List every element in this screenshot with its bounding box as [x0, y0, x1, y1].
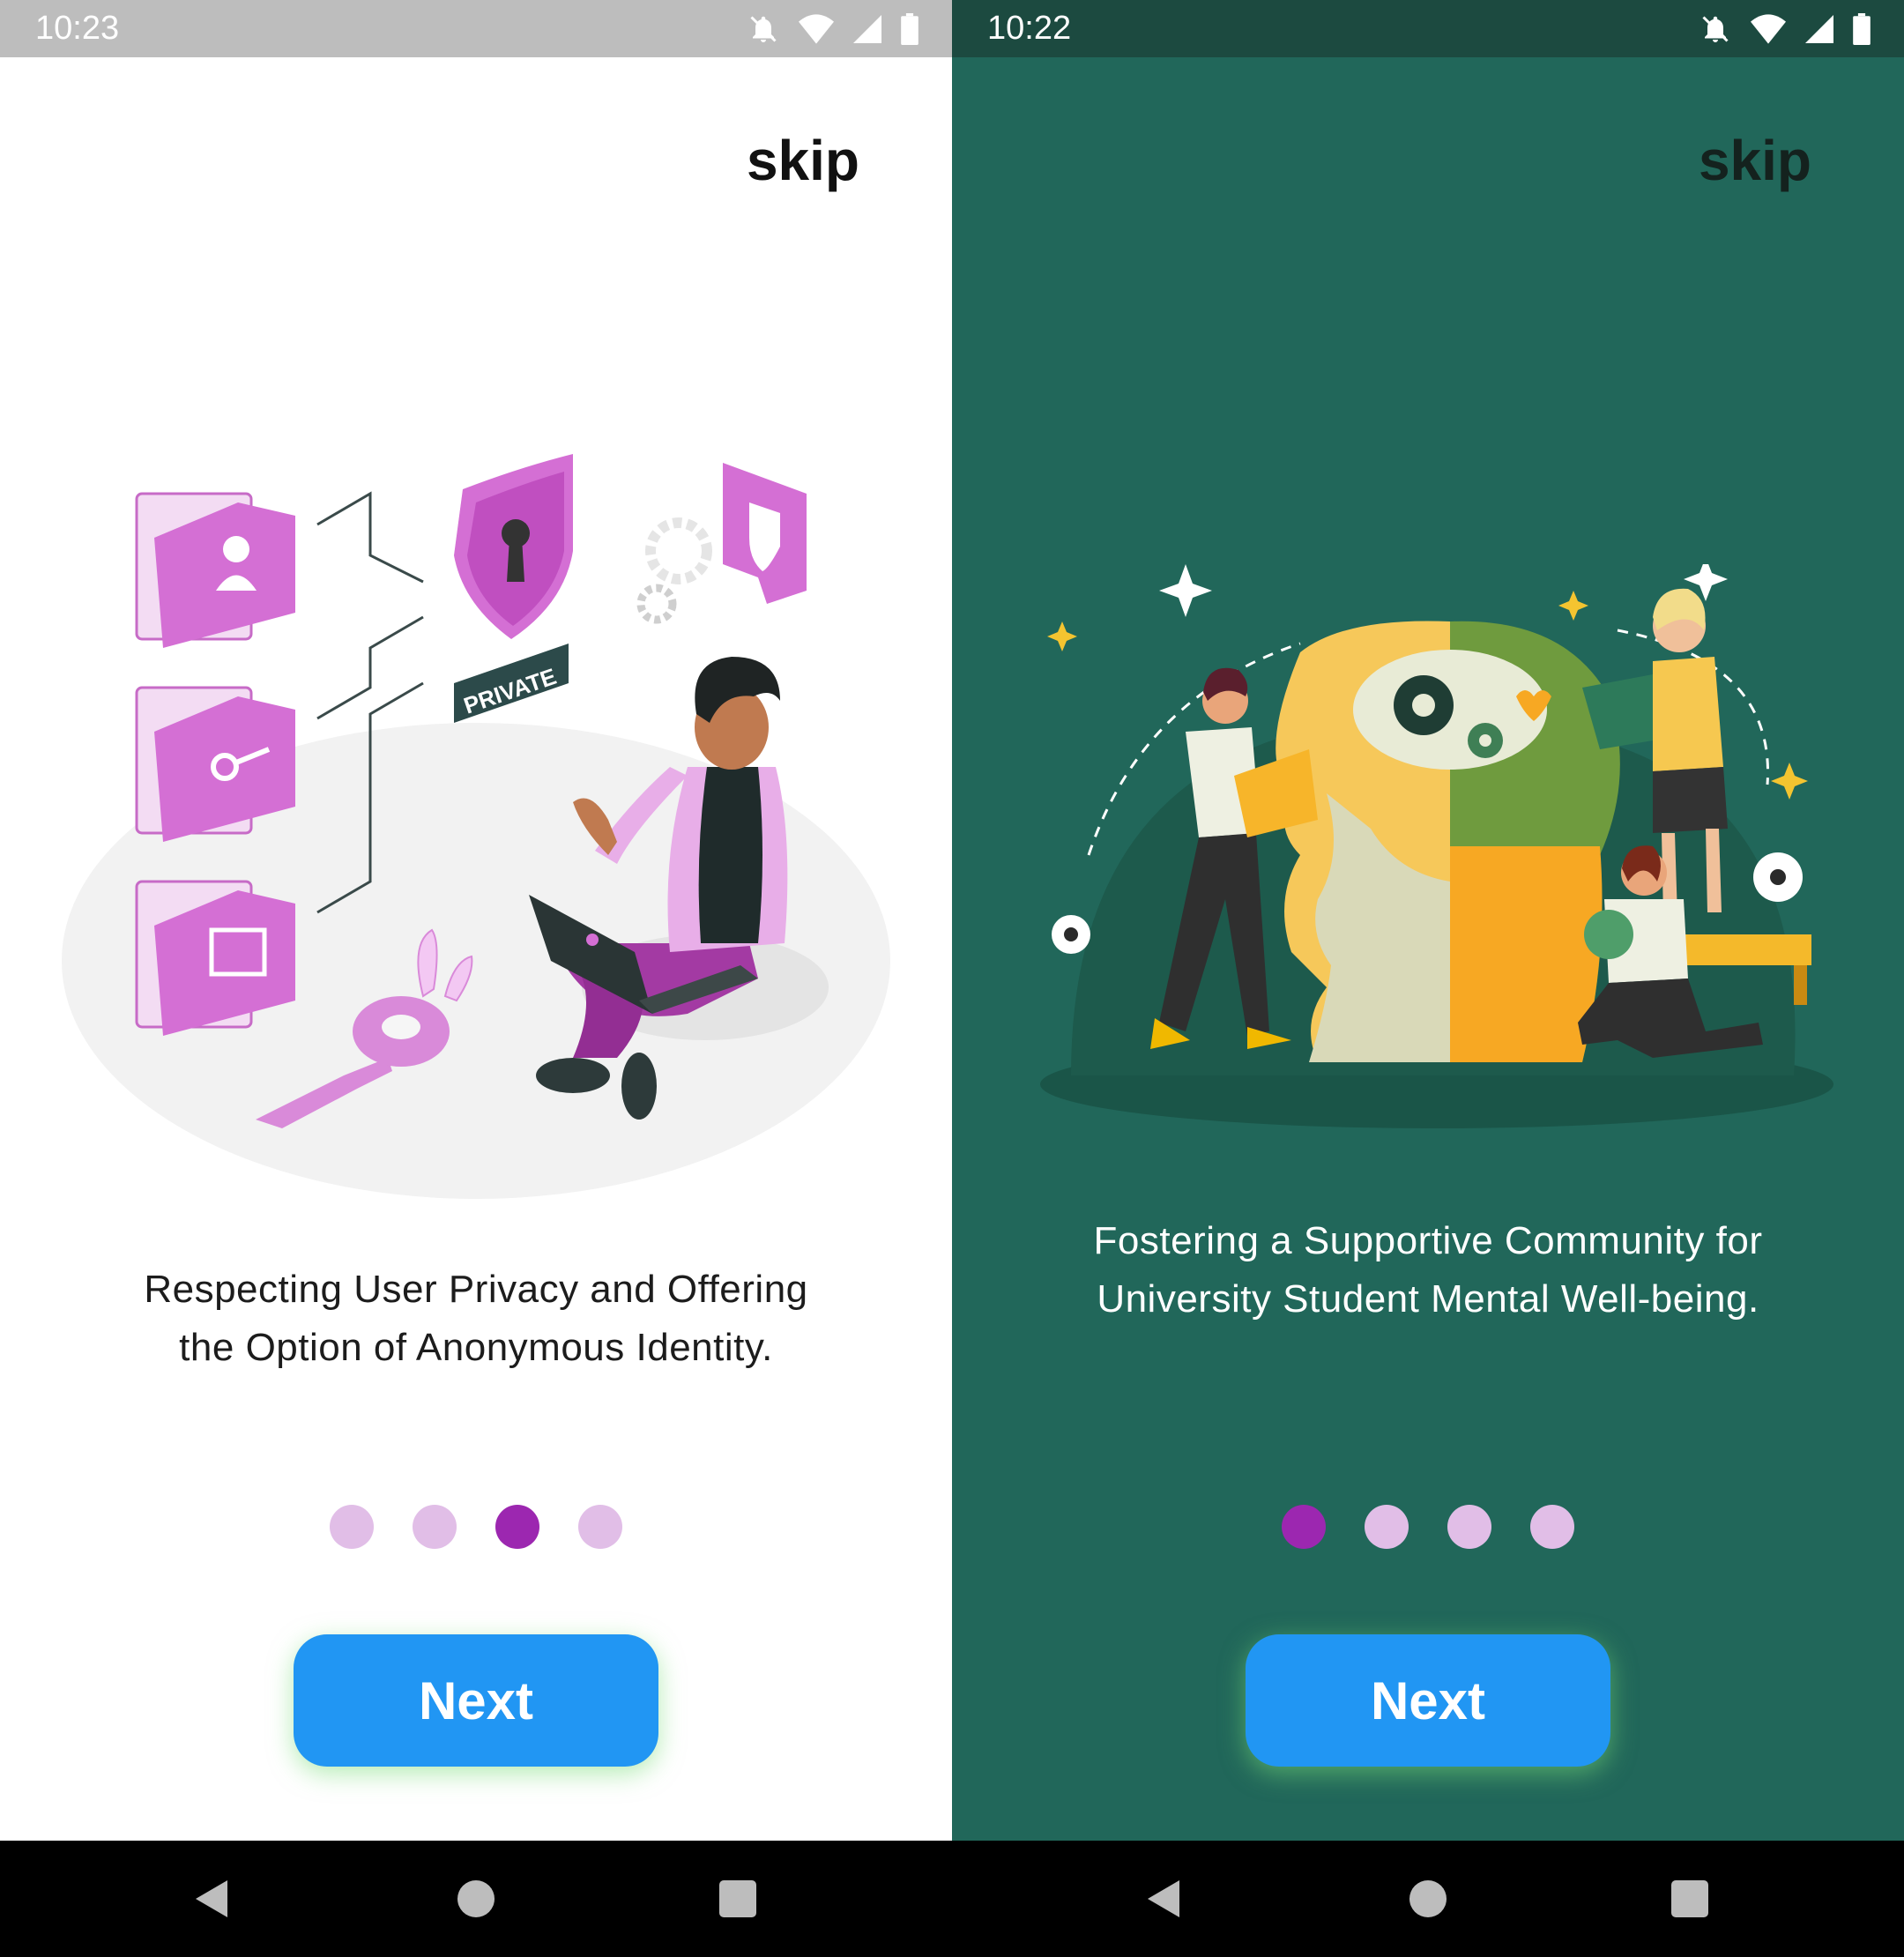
battery-icon: [1853, 12, 1871, 45]
page-dot-1-active[interactable]: [1282, 1505, 1326, 1549]
next-button[interactable]: Next: [294, 1634, 658, 1767]
onboarding-screen-community: 10:22 skip Fostering a Supportive Commun…: [952, 0, 1904, 1957]
onboarding-caption: Fostering a Supportive Community for Uni…: [952, 1212, 1904, 1328]
mental-wellbeing-illustration: [1040, 564, 1833, 1128]
caption-line-1: Respecting User Privacy and Offering: [144, 1268, 808, 1311]
nav-home-icon[interactable]: [1409, 1880, 1447, 1917]
nav-back-icon[interactable]: [192, 1879, 231, 1919]
cellular-signal-icon: [853, 14, 881, 43]
status-bar: 10:23: [0, 0, 952, 57]
privacy-illustration: PRIVATE: [62, 454, 890, 1199]
nav-recents-icon[interactable]: [719, 1880, 756, 1917]
page-dot-4[interactable]: [1530, 1505, 1574, 1549]
onboarding-caption: Respecting User Privacy and Offering the…: [0, 1261, 952, 1377]
caption-line-2: the Option of Anonymous Identity.: [179, 1326, 773, 1369]
page-dot-2[interactable]: [1365, 1505, 1409, 1549]
caption-line-2: University Student Mental Well-being.: [1097, 1277, 1759, 1321]
skip-button[interactable]: skip: [747, 128, 859, 193]
status-bar: 10:22: [952, 0, 1904, 57]
page-dot-2[interactable]: [413, 1505, 457, 1549]
status-icons: [1699, 12, 1871, 45]
wifi-icon: [1751, 13, 1786, 44]
skip-button[interactable]: skip: [1699, 128, 1811, 193]
caption-line-1: Fostering a Supportive Community for: [1093, 1219, 1763, 1262]
status-time: 10:22: [987, 10, 1072, 47]
onboarding-screen-privacy: 10:23 skip PRIVATE Respecting User Priva…: [0, 0, 952, 1957]
battery-icon: [901, 12, 919, 45]
nav-home-icon[interactable]: [457, 1880, 495, 1917]
navigation-bar: [0, 1841, 952, 1957]
next-button[interactable]: Next: [1246, 1634, 1610, 1767]
notifications-off-icon: [1702, 15, 1729, 42]
page-dot-4[interactable]: [578, 1505, 622, 1549]
cellular-signal-icon: [1805, 14, 1833, 43]
page-dot-1[interactable]: [330, 1505, 374, 1549]
nav-back-icon[interactable]: [1144, 1879, 1183, 1919]
page-indicator: [952, 1505, 1904, 1549]
navigation-bar: [952, 1841, 1904, 1957]
notifications-off-icon: [750, 15, 777, 42]
status-time: 10:23: [35, 10, 120, 47]
status-icons: [747, 12, 919, 45]
wifi-icon: [799, 13, 834, 44]
folder-user-icon: [135, 492, 295, 648]
page-dot-3-active[interactable]: [495, 1505, 539, 1549]
nav-recents-icon[interactable]: [1671, 1880, 1708, 1917]
page-dot-3[interactable]: [1447, 1505, 1491, 1549]
page-indicator: [0, 1505, 952, 1549]
